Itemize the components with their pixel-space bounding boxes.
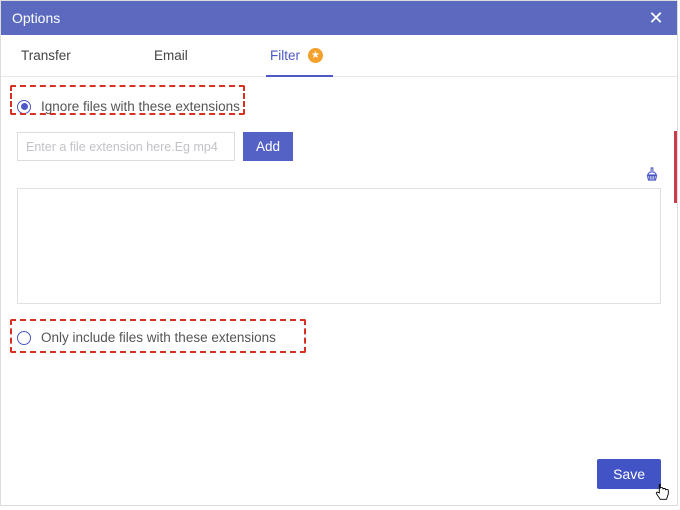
tab-filter[interactable]: Filter ★ xyxy=(258,35,335,76)
tab-content: Ignore files with these extensions Add O… xyxy=(1,77,677,345)
tab-email[interactable]: Email xyxy=(142,35,206,76)
tab-transfer-label: Transfer xyxy=(21,48,71,63)
tab-transfer[interactable]: Transfer xyxy=(9,35,87,76)
dialog-title: Options xyxy=(12,10,60,26)
options-dialog: Options ✕ Transfer Email Filter ★ Ignore… xyxy=(0,0,678,506)
close-icon[interactable]: ✕ xyxy=(646,9,666,27)
save-button[interactable]: Save xyxy=(597,459,661,489)
tab-filter-label: Filter xyxy=(270,48,300,63)
annotation-highlight xyxy=(10,319,306,353)
add-button[interactable]: Add xyxy=(243,132,293,161)
tabs-bar: Transfer Email Filter ★ xyxy=(1,35,677,77)
decorative-stripe xyxy=(674,131,677,203)
clear-row xyxy=(17,167,661,185)
dialog-header: Options ✕ xyxy=(1,1,677,35)
extension-input-row: Add xyxy=(17,132,661,161)
extension-input[interactable] xyxy=(17,132,235,161)
dialog-footer: Save xyxy=(597,459,661,489)
annotation-highlight xyxy=(10,85,245,115)
tab-email-label: Email xyxy=(154,48,188,63)
clear-list-icon[interactable] xyxy=(643,167,661,185)
star-icon: ★ xyxy=(308,48,323,63)
extensions-list[interactable] xyxy=(17,188,661,304)
